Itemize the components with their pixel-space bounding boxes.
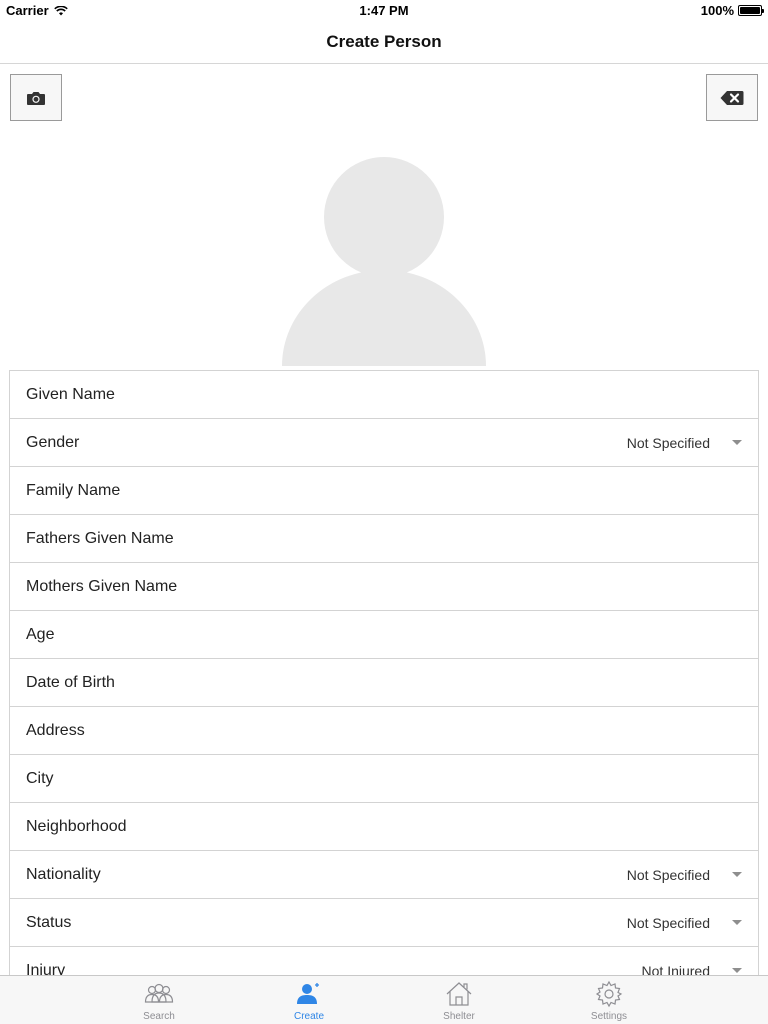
fathers-given-name-field[interactable]: Fathers Given Name (10, 515, 758, 563)
house-icon (446, 982, 472, 1006)
dropdown-arrow-icon (732, 440, 742, 445)
tab-search[interactable]: Search (114, 976, 204, 1024)
camera-button[interactable] (10, 74, 62, 121)
field-label: Address (26, 721, 85, 739)
neighborhood-field[interactable]: Neighborhood (10, 803, 758, 851)
battery-indicator: 100% (700, 3, 764, 18)
field-label: Nationality (26, 865, 101, 883)
select-value: Not Specified (626, 435, 710, 451)
select-value: Not Specified (626, 915, 710, 931)
mothers-given-name-field[interactable]: Mothers Given Name (10, 563, 758, 611)
dropdown-arrow-icon (732, 872, 742, 877)
battery-icon (738, 5, 764, 16)
tab-label: Shelter (443, 1011, 475, 1022)
field-label: Gender (26, 433, 80, 451)
avatar-placeholder[interactable] (282, 156, 486, 366)
gear-icon (595, 980, 623, 1008)
date-of-birth-field[interactable]: Date of Birth (10, 659, 758, 707)
tab-shelter[interactable]: Shelter (414, 976, 504, 1024)
age-field[interactable]: Age (10, 611, 758, 659)
status-bar: Carrier 1:47 PM 100% (0, 0, 768, 20)
clear-photo-button[interactable] (706, 74, 758, 121)
given-name-field[interactable]: Given Name (10, 371, 758, 419)
field-label: Status (26, 913, 72, 931)
field-label: Date of Birth (26, 673, 115, 691)
status-time: 1:47 PM (359, 3, 409, 18)
field-label: Age (26, 625, 55, 643)
create-person-screen: Carrier 1:47 PM 100% Create Person Given… (0, 0, 768, 1024)
tab-label: Search (143, 1011, 175, 1022)
select-value: Not Specified (626, 867, 710, 883)
tab-bar: Search Create Shelter Settings (0, 975, 768, 1024)
field-label: Fathers Given Name (26, 529, 174, 547)
field-label: Given Name (26, 385, 115, 403)
add-person-icon (297, 983, 319, 1004)
address-field[interactable]: Address (10, 707, 758, 755)
tab-create[interactable]: Create (264, 976, 354, 1024)
gender-select[interactable]: Gender Not Specified (10, 419, 758, 467)
dropdown-arrow-icon (732, 920, 742, 925)
backspace-icon (720, 90, 744, 105)
nationality-select[interactable]: Nationality Not Specified (10, 851, 758, 899)
city-field[interactable]: City (10, 755, 758, 803)
page-title: Create Person (326, 31, 442, 51)
person-form: Given Name Gender Not Specified Family N… (9, 370, 759, 995)
tab-settings[interactable]: Settings (564, 976, 654, 1024)
camera-icon (27, 91, 45, 105)
status-select[interactable]: Status Not Specified (10, 899, 758, 947)
tab-label: Settings (590, 1011, 628, 1022)
field-label: Family Name (26, 481, 121, 499)
field-label: Mothers Given Name (26, 577, 178, 595)
field-label: Neighborhood (26, 817, 127, 835)
field-label: City (26, 769, 54, 787)
battery-percent: 100% (700, 3, 734, 18)
tab-label: Create (293, 1011, 324, 1022)
people-icon (144, 983, 174, 1003)
dropdown-arrow-icon (732, 968, 742, 973)
navigation-bar: Create Person (0, 20, 768, 64)
family-name-field[interactable]: Family Name (10, 467, 758, 515)
